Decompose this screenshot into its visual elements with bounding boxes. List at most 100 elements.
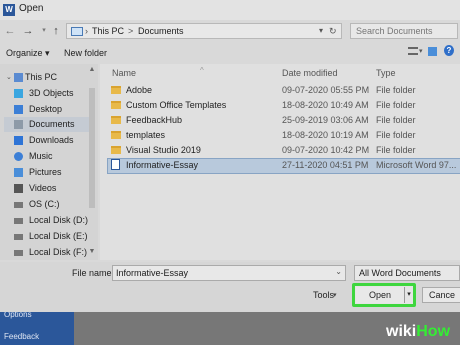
documents-icon: [14, 120, 23, 129]
scrollbar-thumb[interactable]: [89, 88, 95, 208]
sidebar-item-music[interactable]: Music: [4, 149, 94, 164]
file-date: 18-08-2020 10:49 AM: [282, 100, 369, 110]
tools-button[interactable]: Tools: [313, 290, 334, 300]
sidebar-item-pictures[interactable]: Pictures: [4, 165, 94, 180]
file-name: Visual Studio 2019: [126, 145, 201, 155]
preview-pane-icon[interactable]: [428, 47, 437, 56]
file-type-filter[interactable]: All Word Documents: [354, 265, 460, 281]
sidebar-item-videos[interactable]: Videos: [4, 181, 94, 196]
folder-icon: [111, 86, 121, 94]
sidebar-item-local-disk-d[interactable]: Local Disk (D:): [4, 213, 94, 228]
file-name: Adobe: [126, 85, 153, 95]
search-placeholder: Search Documents: [356, 26, 433, 36]
column-header-type[interactable]: Type: [376, 68, 396, 78]
sidebar-item-local-disk-e[interactable]: Local Disk (E:): [4, 229, 94, 244]
sidebar-item-downloads[interactable]: Downloads: [4, 133, 94, 148]
chevron-down-icon[interactable]: ⌄: [335, 267, 342, 276]
sidebar-item-label: Music: [29, 151, 53, 161]
search-input[interactable]: Search Documents: [350, 23, 458, 39]
sidebar-item-label: Local Disk (D:): [29, 215, 89, 225]
folder-icon: [111, 116, 121, 124]
column-header-date[interactable]: Date modified: [282, 68, 338, 78]
file-date: 09-07-2020 10:42 PM: [282, 145, 370, 155]
cancel-button[interactable]: Cance: [422, 287, 460, 303]
backstage-feedback-link[interactable]: Feedback: [4, 332, 39, 341]
file-row[interactable]: Custom Office Templates 18-08-2020 10:49…: [108, 99, 460, 113]
new-folder-button[interactable]: New folder: [64, 48, 107, 58]
view-dropdown-icon[interactable]: ▾: [419, 47, 423, 55]
sidebar-item-documents[interactable]: Documents: [4, 117, 94, 132]
address-bar[interactable]: › This PC > Documents ▾ ↻: [66, 23, 342, 39]
wikihow-watermark: wikiHow: [386, 323, 450, 341]
breadcrumb-documents[interactable]: Documents: [138, 26, 184, 36]
tools-dropdown-icon[interactable]: ▾: [333, 291, 337, 299]
pc-icon: [71, 27, 83, 36]
word-icon: W: [3, 4, 15, 16]
view-options-icon[interactable]: [408, 47, 418, 55]
pc-icon: [14, 73, 23, 82]
folder-icon: [111, 146, 121, 154]
file-date: 09-07-2020 05:55 PM: [282, 85, 370, 95]
file-type: Microsoft Word 97...: [376, 160, 457, 170]
folder-icon: [111, 131, 121, 139]
refresh-icon[interactable]: ↻: [329, 26, 337, 37]
open-button[interactable]: Open: [356, 287, 404, 303]
column-header-label: Name: [112, 68, 137, 78]
sidebar-item-3d-objects[interactable]: 3D Objects: [4, 86, 94, 101]
up-arrow-icon[interactable]: ↑: [50, 24, 62, 38]
sidebar-scrollbar[interactable]: ▲ ▼: [88, 66, 96, 258]
organize-button[interactable]: Organize ▾: [6, 48, 50, 59]
chevron-right-icon: ›: [85, 26, 88, 36]
chevron-right-icon: >: [128, 26, 134, 36]
sort-ascending-icon: ^: [200, 66, 204, 75]
videos-icon: [14, 184, 23, 193]
word-doc-icon: [111, 159, 120, 170]
open-options-dropdown-icon[interactable]: ▾: [404, 287, 413, 303]
sidebar-item-local-disk-f[interactable]: Local Disk (F:): [4, 245, 94, 260]
drive-icon: [14, 218, 23, 224]
file-name-label: File name:: [72, 268, 115, 278]
file-row[interactable]: Visual Studio 2019 09-07-2020 10:42 PM F…: [108, 144, 460, 158]
back-arrow-icon[interactable]: ←: [4, 24, 16, 38]
sidebar-item-label: Local Disk (E:): [29, 231, 88, 241]
scroll-down-icon[interactable]: ▼: [88, 248, 96, 255]
file-date: 27-11-2020 04:51 PM: [282, 160, 369, 170]
file-type: File folder: [376, 85, 416, 95]
cube-icon: [14, 89, 23, 98]
drive-icon: [14, 202, 23, 208]
file-row[interactable]: Adobe 09-07-2020 05:55 PM File folder: [108, 84, 460, 98]
sidebar-item-label: Pictures: [29, 167, 62, 177]
breadcrumb-this-pc[interactable]: This PC: [92, 26, 124, 36]
help-icon[interactable]: ?: [444, 45, 454, 56]
watermark-wiki: wiki: [386, 323, 417, 340]
sidebar-item-desktop[interactable]: Desktop: [4, 102, 94, 117]
address-dropdown-icon[interactable]: ▾: [319, 26, 323, 35]
sidebar-item-label: This PC: [25, 72, 58, 82]
recent-locations-icon[interactable]: ▾: [38, 24, 50, 38]
file-name: templates: [126, 130, 166, 140]
window-title: Open: [19, 3, 44, 14]
file-date: 18-08-2020 10:19 AM: [282, 130, 369, 140]
sidebar-item-os-c[interactable]: OS (C:): [4, 197, 94, 212]
sidebar-item-label: Local Disk (F:): [29, 247, 88, 257]
file-row-selected[interactable]: Informative-Essay 27-11-2020 04:51 PM Mi…: [107, 158, 460, 174]
file-date: 25-09-2019 03:06 AM: [282, 115, 369, 125]
title-bar: [0, 0, 460, 20]
file-type-filter-value: All Word Documents: [359, 268, 441, 278]
file-type: File folder: [376, 115, 416, 125]
sidebar-item-label: OS (C:): [29, 199, 60, 209]
drive-icon: [14, 250, 23, 256]
column-header-name[interactable]: Name ^: [112, 66, 204, 78]
file-type: File folder: [376, 145, 416, 155]
sidebar-item-this-pc[interactable]: ⌄ This PC: [4, 70, 94, 85]
file-row[interactable]: templates 18-08-2020 10:19 AM File folde…: [108, 129, 460, 143]
chevron-down-icon[interactable]: ⌄: [6, 73, 12, 82]
forward-arrow-icon[interactable]: →: [22, 24, 34, 38]
desktop-icon: [14, 105, 23, 114]
scroll-up-icon[interactable]: ▲: [88, 66, 96, 73]
drive-icon: [14, 234, 23, 240]
file-row[interactable]: FeedbackHub 25-09-2019 03:06 AM File fol…: [108, 114, 460, 128]
file-name: FeedbackHub: [126, 115, 183, 125]
file-name-input[interactable]: Informative-Essay ⌄: [112, 265, 346, 281]
folder-icon: [111, 101, 121, 109]
